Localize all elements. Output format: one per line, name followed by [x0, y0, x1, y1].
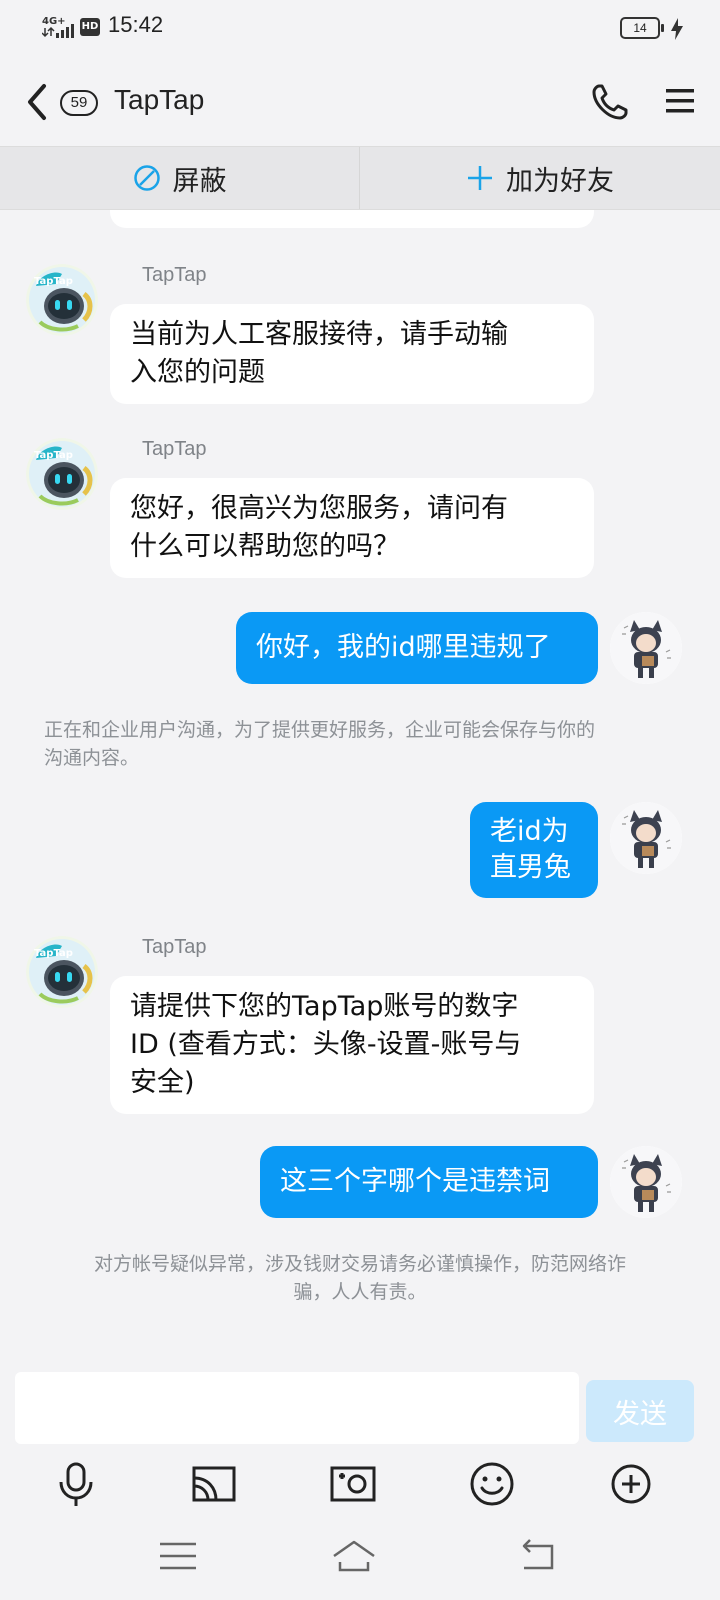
incoming-message-bubble[interactable]: 请提供下您的TapTap账号的数字 ID (查看方式：头像-设置-账号与 安全): [110, 976, 594, 1114]
system-notice: 对方帐号疑似异常，涉及钱财交易请务必谨慎操作，防范网络诈 骗，人人有责。: [40, 1250, 680, 1306]
clock: 15:42: [108, 12, 164, 37]
unread-count-badge[interactable]: 59: [60, 90, 98, 116]
block-button[interactable]: 屏蔽: [0, 147, 360, 209]
message-text: 你好，我的id哪里违规了: [256, 632, 551, 663]
block-label: 屏蔽: [172, 165, 227, 197]
notice-text: 对方帐号疑似异常，涉及钱财交易请务必谨慎操作，防范网络诈: [93, 1253, 626, 1275]
bot-avatar[interactable]: TapTap: [26, 438, 98, 510]
screen-cast-icon[interactable]: [188, 1458, 240, 1510]
message-text: 安全): [130, 1067, 195, 1098]
notice-text: 沟通内容。: [44, 747, 140, 769]
microphone-icon[interactable]: [50, 1458, 102, 1510]
hamburger-menu-icon[interactable]: [664, 86, 696, 116]
battery-level: 14: [633, 21, 647, 35]
plus-circle-icon[interactable]: [605, 1458, 657, 1510]
message-text: ID (查看方式：头像-设置-账号与: [130, 1029, 522, 1060]
recent-apps-icon[interactable]: [156, 1536, 200, 1576]
message-text: 请提供下您的TapTap账号的数字: [130, 991, 519, 1022]
hd-voice-icon: HD: [80, 18, 100, 36]
message-text: 当前为人工客服接待，请手动输: [130, 319, 508, 350]
camera-photo-icon[interactable]: [327, 1458, 379, 1510]
user-avatar[interactable]: [610, 612, 682, 684]
battery-icon: 14: [620, 17, 664, 39]
back-nav-icon[interactable]: [516, 1536, 560, 1576]
add-friend-label: 加为好友: [506, 165, 614, 197]
message-bubble-partial[interactable]: [110, 210, 594, 228]
smiley-icon[interactable]: [466, 1458, 518, 1510]
block-circle-icon: [133, 165, 160, 191]
notice-text: 骗，人人有责。: [293, 1281, 427, 1303]
phone-icon[interactable]: [590, 82, 630, 122]
system-notice: 正在和企业用户沟通，为了提供更好服务，企业可能会保存与你的 沟通内容。: [44, 716, 684, 772]
signal-icon: 4G+: [42, 16, 74, 38]
sender-name: TapTap: [142, 936, 207, 958]
message-list[interactable]: TapTap TapTap 当前为人工客服接待，请手动输 入您的问题 TapTa…: [0, 210, 720, 1358]
incoming-message-bubble[interactable]: 当前为人工客服接待，请手动输 入您的问题: [110, 304, 594, 404]
contact-action-bar: 屏蔽 加为好友: [0, 146, 720, 210]
user-avatar[interactable]: [610, 1146, 682, 1218]
status-bar: 4G+ HD 15:42 14: [0, 0, 720, 54]
home-icon[interactable]: [332, 1536, 376, 1576]
back-button[interactable]: [22, 80, 52, 124]
message-input[interactable]: [15, 1372, 579, 1444]
message-text: 什么可以帮助您的吗？: [130, 531, 400, 562]
chat-title: TapTap: [114, 84, 205, 115]
message-text: 入您的问题: [130, 357, 265, 388]
message-text: 直男兔: [490, 852, 571, 883]
svg-text:TapTap: TapTap: [34, 948, 73, 959]
message-text: 这三个字哪个是违禁词: [280, 1166, 550, 1197]
charging-icon: [671, 18, 683, 40]
svg-text:TapTap: TapTap: [34, 450, 73, 461]
user-avatar[interactable]: [610, 802, 682, 874]
outgoing-message-bubble[interactable]: 你好，我的id哪里违规了: [236, 612, 598, 684]
outgoing-message-bubble[interactable]: 老id为 直男兔: [470, 802, 598, 898]
svg-text:TapTap: TapTap: [34, 276, 73, 287]
message-text: 您好，很高兴为您服务，请问有: [130, 493, 508, 524]
sender-name: TapTap: [142, 264, 207, 286]
message-text: 老id为: [490, 816, 569, 847]
add-friend-button[interactable]: 加为好友: [360, 147, 720, 209]
outgoing-message-bubble[interactable]: 这三个字哪个是违禁词: [260, 1146, 598, 1218]
bot-avatar[interactable]: TapTap: [26, 936, 98, 1008]
chat-screen: 4G+ HD 15:42 14 59 TapTap 屏蔽 加为好友 TapTap…: [0, 0, 720, 1600]
chat-header: 59 TapTap: [0, 54, 720, 146]
sender-name: TapTap: [142, 438, 207, 460]
send-button[interactable]: 发送: [586, 1380, 694, 1442]
composer: 发送: [0, 1358, 720, 1600]
svg-text:4G+: 4G+: [42, 16, 66, 27]
incoming-message-bubble[interactable]: 您好，很高兴为您服务，请问有 什么可以帮助您的吗？: [110, 478, 594, 578]
bot-avatar[interactable]: TapTap: [26, 264, 98, 336]
plus-icon: [468, 166, 492, 190]
notice-text: 正在和企业用户沟通，为了提供更好服务，企业可能会保存与你的: [44, 719, 596, 741]
